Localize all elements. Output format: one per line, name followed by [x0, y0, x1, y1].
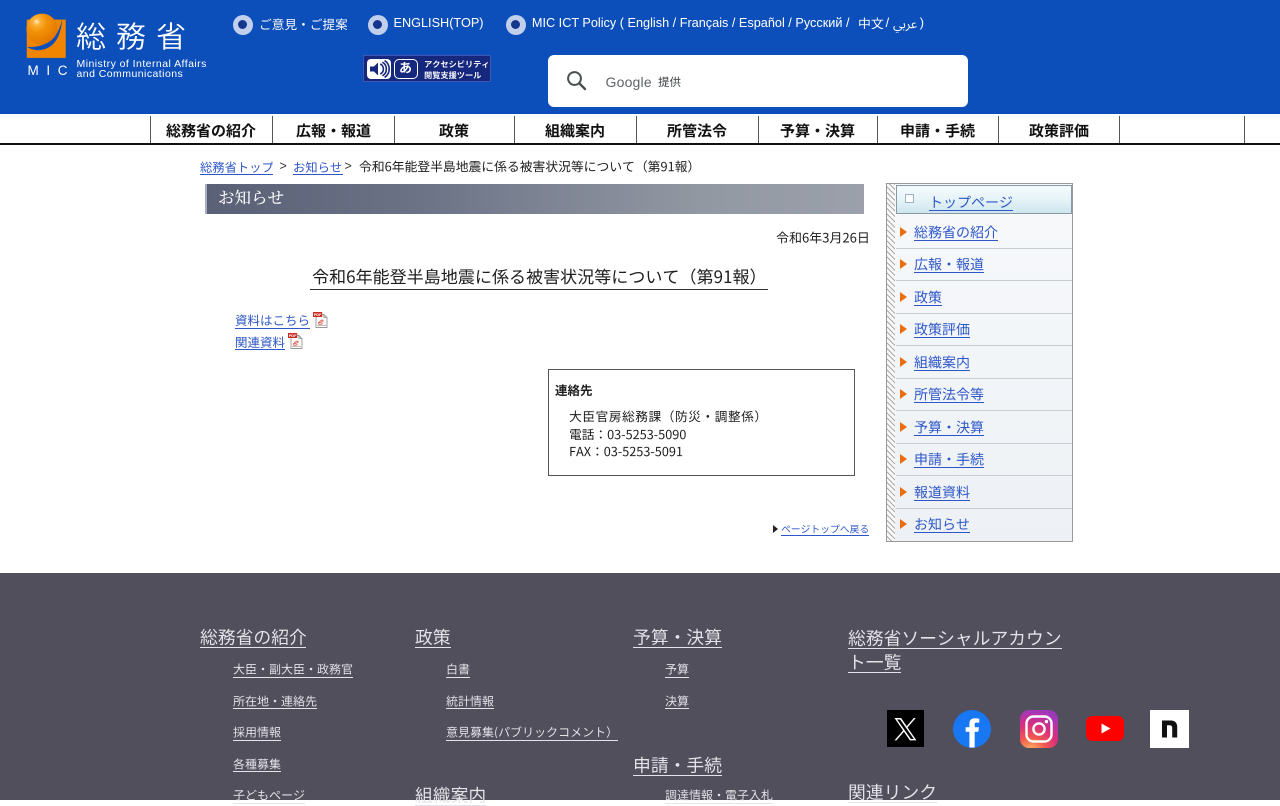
- svg-text:PDF: PDF: [314, 312, 322, 317]
- svg-text:PDF: PDF: [289, 333, 297, 338]
